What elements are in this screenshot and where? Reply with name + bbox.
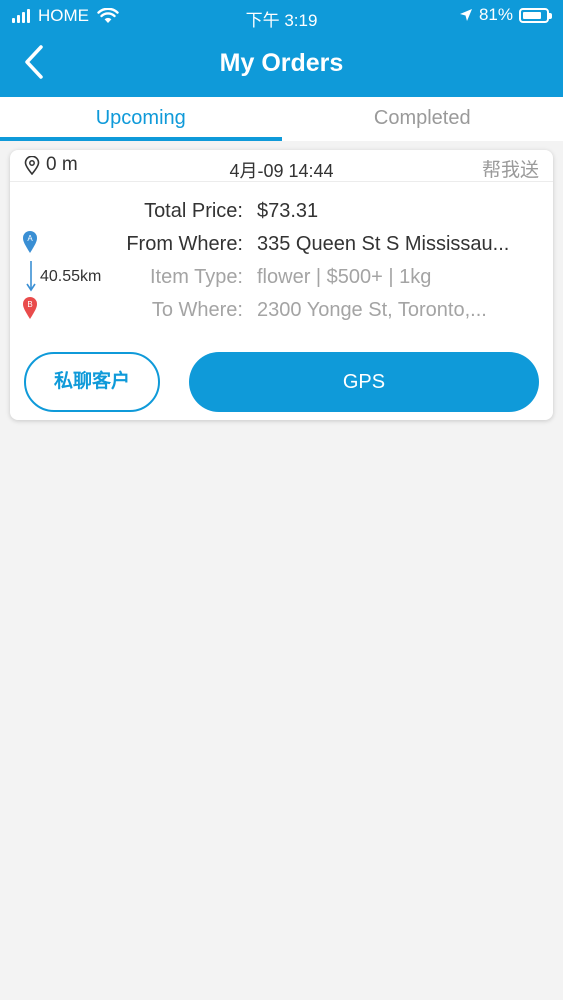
order-tabs: Upcoming Completed [0, 97, 563, 141]
location-arrow-icon [459, 9, 472, 21]
order-card-header: 0 m 4月-09 14:44 帮我送 [10, 150, 553, 182]
app-header: HOME 下午 3:19 81% My Orders [0, 0, 563, 97]
tab-completed[interactable]: Completed [282, 97, 563, 141]
order-card[interactable]: 0 m 4月-09 14:44 帮我送 A 40.55km B Total Pr… [10, 150, 553, 420]
page-title: My Orders [219, 49, 344, 77]
chat-customer-button[interactable]: 私聊客户 [24, 352, 160, 412]
total-price-value: $73.31 [257, 200, 319, 222]
total-price-label: Total Price: [144, 200, 243, 222]
tab-upcoming[interactable]: Upcoming [0, 97, 282, 141]
status-bar: HOME 下午 3:19 81% [0, 0, 563, 32]
order-datetime: 4月-09 14:44 [229, 161, 334, 181]
detail-row-item-type: Item Type: flower | $500+ | 1kg [10, 266, 553, 296]
item-type-label: Item Type: [149, 266, 243, 288]
battery-fill [523, 11, 541, 19]
detail-row-total-price: Total Price: $73.31 [10, 200, 553, 230]
detail-row-to: To Where: 2300 Yonge St, Toronto,... [10, 299, 553, 329]
from-value: 335 Queen St S Mississau... [257, 233, 510, 255]
detail-row-from: From Where: 335 Queen St S Mississau... [10, 233, 553, 263]
from-label: From Where: [126, 233, 243, 255]
nav-bar: My Orders [0, 32, 563, 97]
battery-icon [519, 7, 552, 23]
battery-percent: 81% [478, 5, 513, 24]
service-type-tag: 帮我送 [481, 160, 539, 181]
to-value: 2300 Yonge St, Toronto,... [257, 299, 487, 321]
status-right: 81% [459, 5, 552, 25]
to-label: To Where: [151, 299, 243, 321]
gps-button[interactable]: GPS [189, 352, 539, 412]
item-type-value: flower | $500+ | 1kg [257, 266, 432, 288]
